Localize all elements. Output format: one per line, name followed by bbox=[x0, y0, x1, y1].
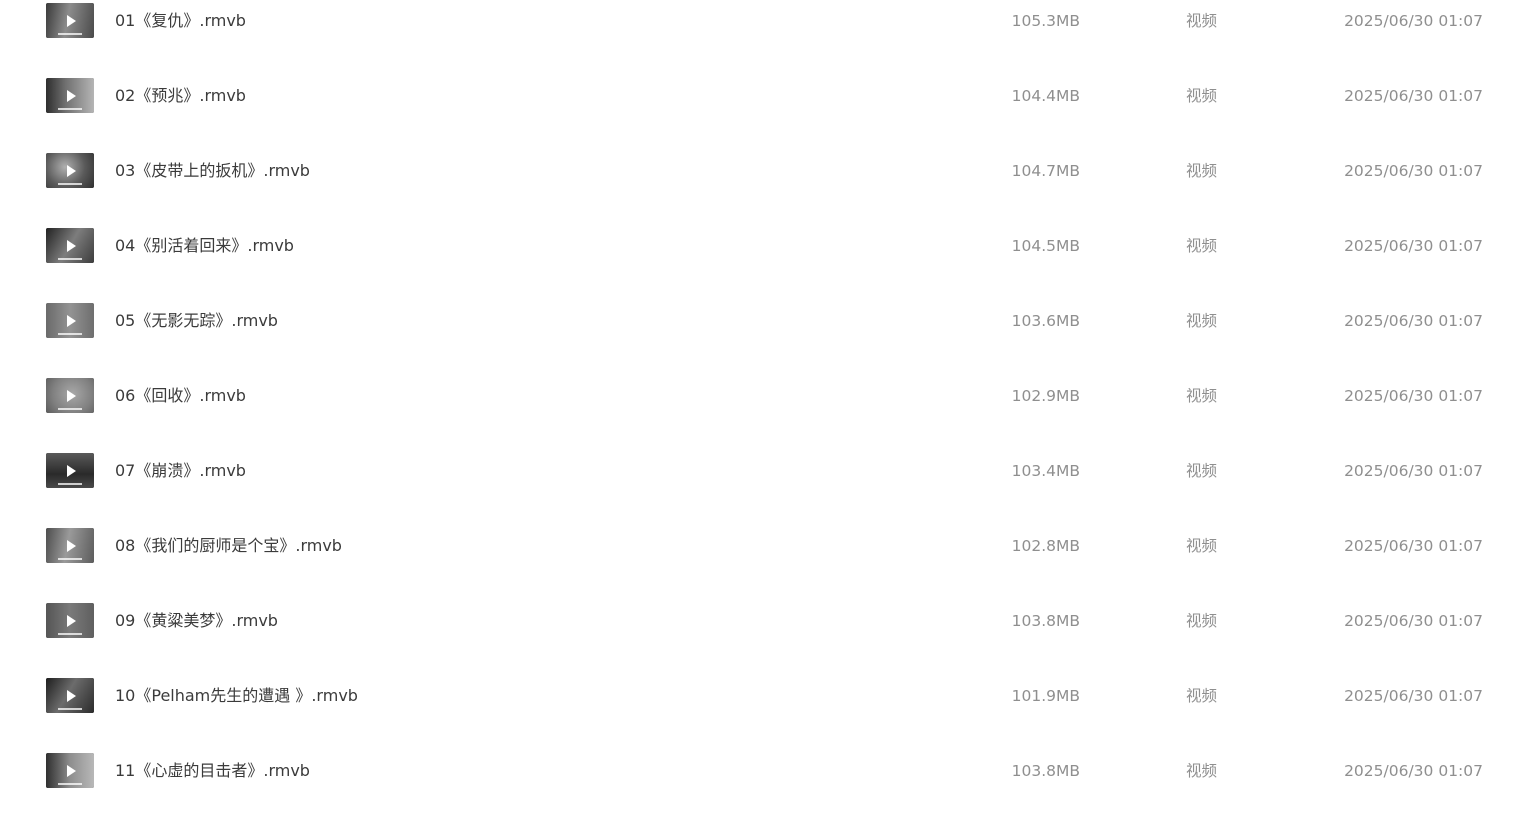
file-modified-time: 2025/06/30 01:07 bbox=[1344, 762, 1483, 780]
play-icon bbox=[67, 314, 76, 327]
video-thumbnail-icon[interactable] bbox=[46, 78, 94, 113]
file-size: 103.4MB bbox=[1011, 462, 1080, 480]
file-modified-time: 2025/06/30 01:07 bbox=[1344, 12, 1483, 30]
file-name[interactable]: 01《复仇》.rmvb bbox=[115, 11, 246, 31]
file-modified-time: 2025/06/30 01:07 bbox=[1344, 87, 1483, 105]
file-type: 视频 bbox=[1186, 312, 1218, 330]
file-type: 视频 bbox=[1186, 387, 1218, 405]
file-name[interactable]: 06《回收》.rmvb bbox=[115, 386, 246, 406]
file-type: 视频 bbox=[1186, 462, 1218, 480]
file-size: 104.4MB bbox=[1011, 87, 1080, 105]
play-icon bbox=[67, 689, 76, 702]
video-thumbnail-icon[interactable] bbox=[46, 228, 94, 263]
file-type: 视频 bbox=[1186, 12, 1218, 30]
play-icon bbox=[67, 239, 76, 252]
play-icon bbox=[67, 89, 76, 102]
file-modified-time: 2025/06/30 01:07 bbox=[1344, 462, 1483, 480]
file-row[interactable]: 08《我们的厨师是个宝》.rmvb 102.8MB 视频 2025/06/30 … bbox=[0, 509, 1524, 584]
file-row[interactable]: 04《别活着回来》.rmvb 104.5MB 视频 2025/06/30 01:… bbox=[0, 209, 1524, 284]
file-modified-time: 2025/06/30 01:07 bbox=[1344, 387, 1483, 405]
play-icon bbox=[67, 464, 76, 477]
file-type: 视频 bbox=[1186, 87, 1218, 105]
file-type: 视频 bbox=[1186, 162, 1218, 180]
file-row[interactable]: 03《皮带上的扳机》.rmvb 104.7MB 视频 2025/06/30 01… bbox=[0, 134, 1524, 209]
file-row[interactable]: 11《心虚的目击者》.rmvb 103.8MB 视频 2025/06/30 01… bbox=[0, 734, 1524, 809]
video-thumbnail-icon[interactable] bbox=[46, 378, 94, 413]
file-type: 视频 bbox=[1186, 237, 1218, 255]
file-name[interactable]: 10《Pelham先生的遭遇 》.rmvb bbox=[115, 686, 358, 706]
video-thumbnail-icon[interactable] bbox=[46, 453, 94, 488]
file-type: 视频 bbox=[1186, 612, 1218, 630]
file-row[interactable]: 01《复仇》.rmvb 105.3MB 视频 2025/06/30 01:07 bbox=[0, 0, 1524, 59]
video-thumbnail-icon[interactable] bbox=[46, 153, 94, 188]
play-icon bbox=[67, 764, 76, 777]
video-thumbnail-icon[interactable] bbox=[46, 303, 94, 338]
file-type: 视频 bbox=[1186, 762, 1218, 780]
file-list: 01《复仇》.rmvb 105.3MB 视频 2025/06/30 01:07 … bbox=[0, 0, 1524, 809]
file-name[interactable]: 05《无影无踪》.rmvb bbox=[115, 311, 278, 331]
file-row[interactable]: 06《回收》.rmvb 102.9MB 视频 2025/06/30 01:07 bbox=[0, 359, 1524, 434]
file-row[interactable]: 10《Pelham先生的遭遇 》.rmvb 101.9MB 视频 2025/06… bbox=[0, 659, 1524, 734]
file-modified-time: 2025/06/30 01:07 bbox=[1344, 312, 1483, 330]
file-modified-time: 2025/06/30 01:07 bbox=[1344, 537, 1483, 555]
file-size: 104.5MB bbox=[1011, 237, 1080, 255]
file-name[interactable]: 09《黄粱美梦》.rmvb bbox=[115, 611, 278, 631]
video-thumbnail-icon[interactable] bbox=[46, 528, 94, 563]
file-size: 104.7MB bbox=[1011, 162, 1080, 180]
file-row[interactable]: 07《崩溃》.rmvb 103.4MB 视频 2025/06/30 01:07 bbox=[0, 434, 1524, 509]
play-icon bbox=[67, 614, 76, 627]
file-row[interactable]: 02《预兆》.rmvb 104.4MB 视频 2025/06/30 01:07 bbox=[0, 59, 1524, 134]
file-modified-time: 2025/06/30 01:07 bbox=[1344, 687, 1483, 705]
file-row[interactable]: 05《无影无踪》.rmvb 103.6MB 视频 2025/06/30 01:0… bbox=[0, 284, 1524, 359]
file-size: 103.8MB bbox=[1011, 762, 1080, 780]
file-size: 102.8MB bbox=[1011, 537, 1080, 555]
file-modified-time: 2025/06/30 01:07 bbox=[1344, 237, 1483, 255]
video-thumbnail-icon[interactable] bbox=[46, 3, 94, 38]
file-size: 105.3MB bbox=[1011, 12, 1080, 30]
video-thumbnail-icon[interactable] bbox=[46, 753, 94, 788]
file-name[interactable]: 02《预兆》.rmvb bbox=[115, 86, 246, 106]
file-row[interactable]: 09《黄粱美梦》.rmvb 103.8MB 视频 2025/06/30 01:0… bbox=[0, 584, 1524, 659]
video-thumbnail-icon[interactable] bbox=[46, 603, 94, 638]
file-size: 103.6MB bbox=[1011, 312, 1080, 330]
play-icon bbox=[67, 539, 76, 552]
file-modified-time: 2025/06/30 01:07 bbox=[1344, 162, 1483, 180]
play-icon bbox=[67, 389, 76, 402]
video-thumbnail-icon[interactable] bbox=[46, 678, 94, 713]
play-icon bbox=[67, 164, 76, 177]
file-type: 视频 bbox=[1186, 537, 1218, 555]
file-size: 102.9MB bbox=[1011, 387, 1080, 405]
file-modified-time: 2025/06/30 01:07 bbox=[1344, 612, 1483, 630]
play-icon bbox=[67, 14, 76, 27]
file-name[interactable]: 07《崩溃》.rmvb bbox=[115, 461, 246, 481]
file-name[interactable]: 08《我们的厨师是个宝》.rmvb bbox=[115, 536, 342, 556]
file-size: 101.9MB bbox=[1011, 687, 1080, 705]
file-size: 103.8MB bbox=[1011, 612, 1080, 630]
file-name[interactable]: 04《别活着回来》.rmvb bbox=[115, 236, 294, 256]
file-name[interactable]: 11《心虚的目击者》.rmvb bbox=[115, 761, 310, 781]
file-name[interactable]: 03《皮带上的扳机》.rmvb bbox=[115, 161, 310, 181]
file-type: 视频 bbox=[1186, 687, 1218, 705]
